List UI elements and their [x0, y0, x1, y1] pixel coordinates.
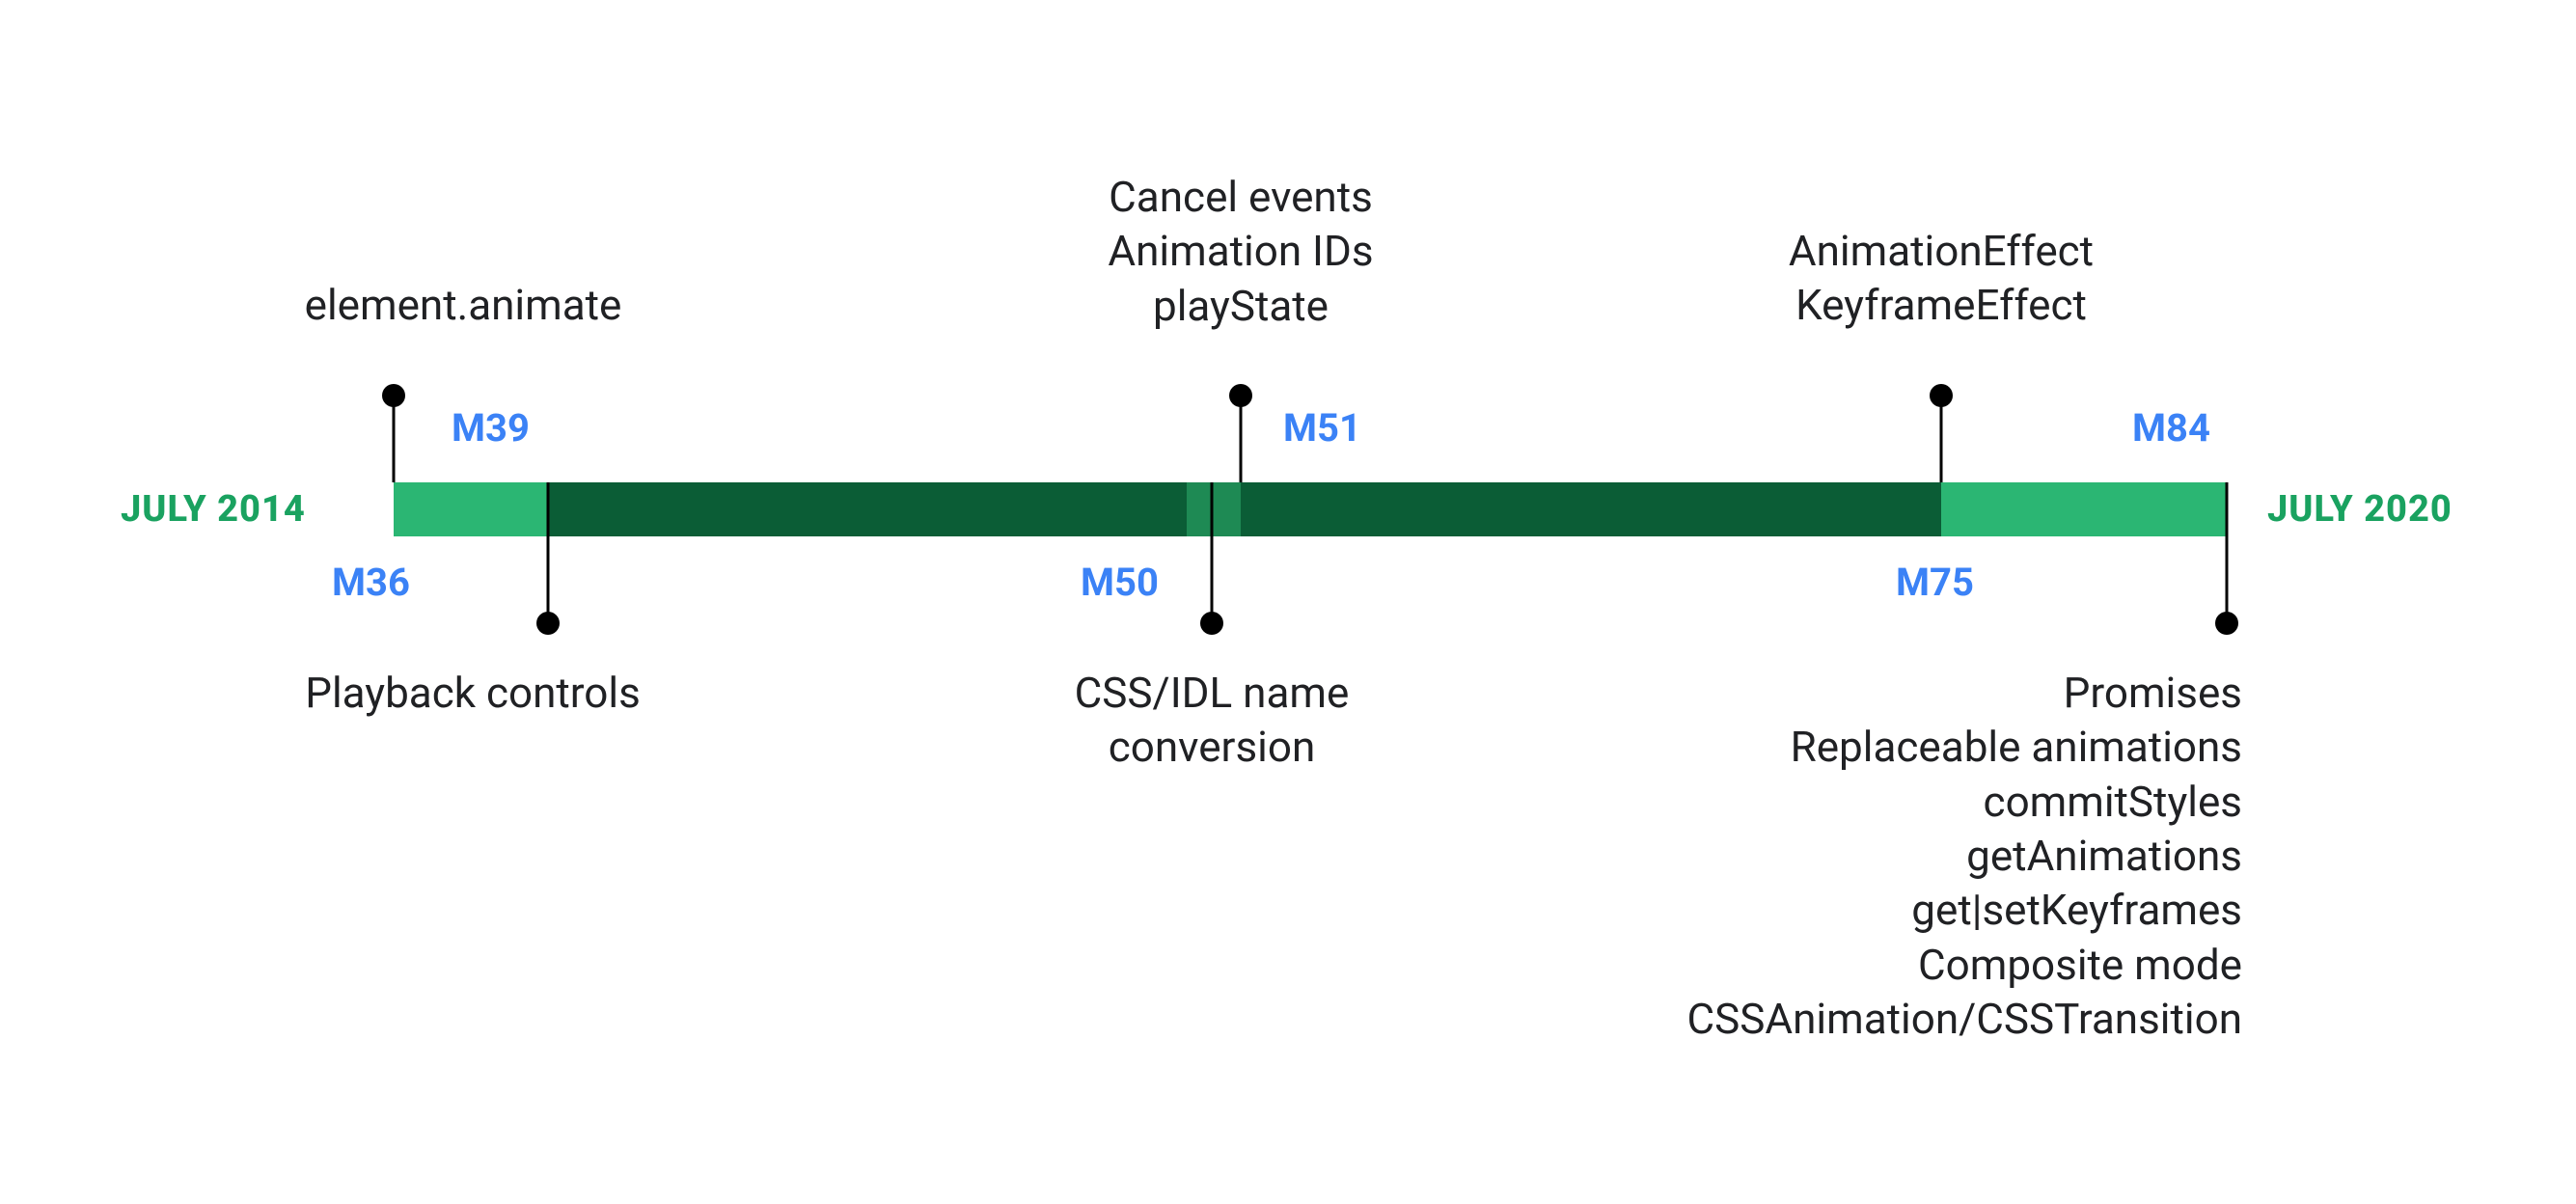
feature-text: CSS/IDL name	[1075, 666, 1350, 720]
milestone-m75-stem	[1940, 396, 1943, 482]
feature-text: Playback controls	[305, 666, 641, 720]
milestone-m75-label: M75	[1896, 560, 1974, 605]
timeline-segment-mid	[1187, 482, 1241, 536]
milestone-m84-features: Promises Replaceable animations commitSt…	[1687, 666, 2242, 1046]
feature-text: Animation IDs	[1108, 224, 1373, 278]
milestone-m84-stem	[2226, 482, 2229, 623]
milestone-m84-dot	[2215, 612, 2238, 635]
feature-text: get|setKeyframes	[1687, 883, 2242, 937]
milestone-m36-dot	[382, 384, 405, 407]
feature-text: Replaceable animations	[1687, 720, 2242, 774]
feature-text: KeyframeEffect	[1789, 278, 2094, 332]
feature-text: commitStyles	[1687, 775, 2242, 829]
milestone-m50-dot	[1200, 612, 1223, 635]
feature-text: conversion	[1075, 720, 1350, 774]
timeline-segment-dark	[548, 482, 1941, 536]
milestone-m39-features: Playback controls	[305, 666, 641, 720]
feature-text: Promises	[1687, 666, 2242, 720]
feature-text: AnimationEffect	[1789, 224, 2094, 278]
milestone-m51-label: M51	[1283, 405, 1361, 451]
milestone-m75-features: AnimationEffect KeyframeEffect	[1789, 224, 2094, 333]
feature-text: Composite mode	[1687, 938, 2242, 992]
feature-text: playState	[1108, 279, 1373, 333]
milestone-m51-features: Cancel events Animation IDs playState	[1108, 170, 1373, 333]
milestone-m51-stem	[1240, 396, 1243, 482]
feature-text: Cancel events	[1108, 170, 1373, 224]
feature-text: CSSAnimation/CSSTransition	[1687, 992, 2242, 1046]
milestone-m51-dot	[1229, 384, 1252, 407]
milestone-m75-dot	[1930, 384, 1953, 407]
feature-text: getAnimations	[1687, 829, 2242, 883]
milestone-m36-features: element.animate	[305, 278, 622, 332]
milestone-m39-label: M39	[452, 405, 530, 451]
milestone-m50-label: M50	[1081, 560, 1159, 605]
milestone-m36-label: M36	[332, 560, 410, 605]
milestone-m50-features: CSS/IDL name conversion	[1075, 666, 1350, 775]
timeline-diagram: JULY 2014 JULY 2020 M36 element.animate …	[0, 0, 2576, 1204]
milestone-m50-stem	[1211, 482, 1214, 623]
milestone-m39-stem	[547, 482, 550, 623]
milestone-m84-label: M84	[2132, 405, 2210, 451]
milestone-m39-dot	[536, 612, 560, 635]
timeline-end-date: JULY 2020	[2267, 488, 2453, 531]
feature-text: element.animate	[305, 278, 622, 332]
timeline-start-date: JULY 2014	[121, 488, 306, 531]
milestone-m36-stem	[393, 396, 396, 482]
